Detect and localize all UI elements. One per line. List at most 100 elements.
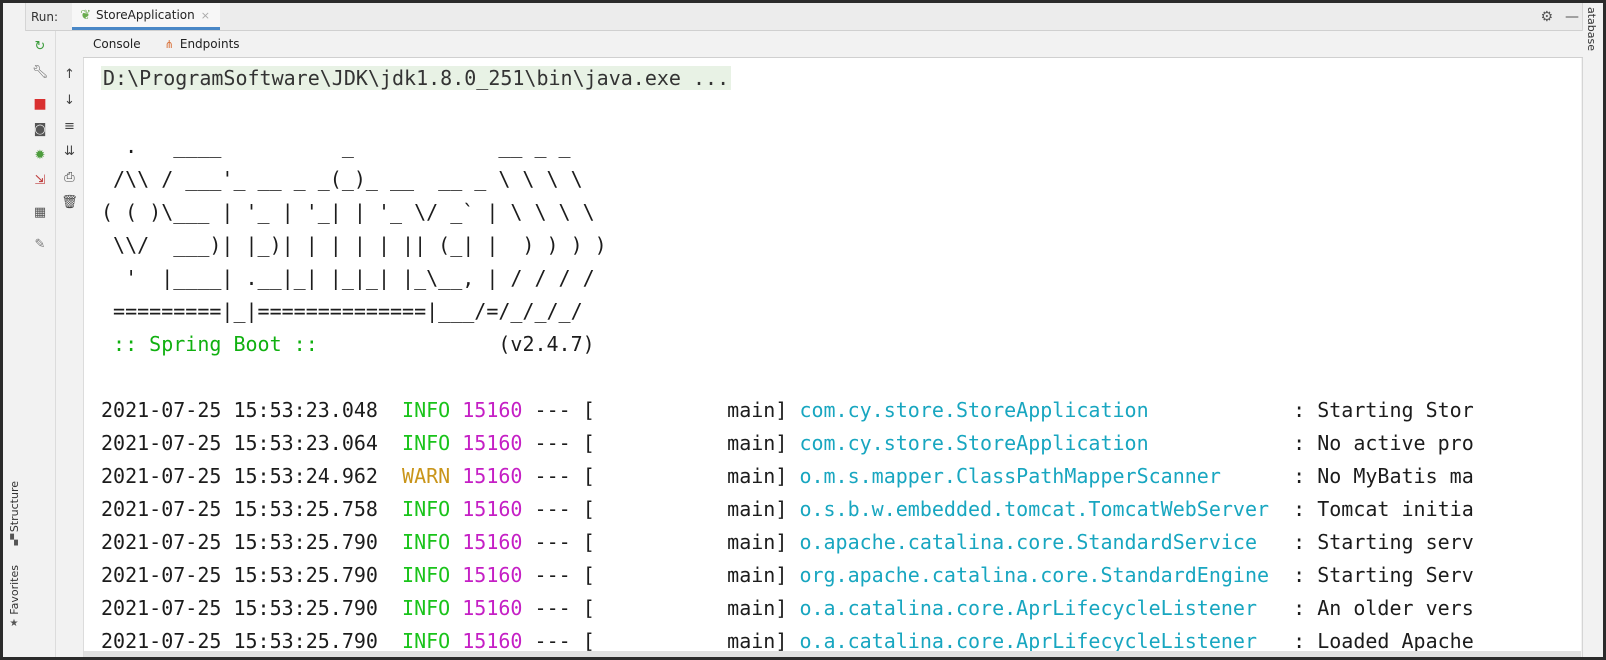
left-tool-stripe: Structure ▚ Favorites ★ [3, 3, 26, 657]
log-level: INFO [402, 431, 451, 455]
log-timestamp: 2021-07-25 15:53:25.758 [101, 497, 378, 521]
structure-icon: ▚ [10, 535, 18, 547]
log-pid: 15160 [462, 530, 523, 554]
run-tool-window: Run: ❦ StoreApplication × ⚙ — Structure … [0, 0, 1606, 660]
log-message: : Starting serv [1281, 530, 1474, 554]
favorites-label: Favorites [7, 565, 21, 615]
log-pid: 15160 [462, 596, 523, 620]
log-level: INFO [402, 398, 451, 422]
log-timestamp: 2021-07-25 15:53:23.048 [101, 398, 378, 422]
log-logger[interactable]: org.apache.catalina.core.StandardEngine [799, 563, 1269, 587]
log-level: INFO [402, 530, 451, 554]
log-pad [1149, 431, 1281, 455]
log-pid: 15160 [462, 398, 523, 422]
log-logger[interactable]: com.cy.store.StoreApplication [799, 398, 1148, 422]
close-tab-icon[interactable]: × [201, 9, 210, 22]
log-pad [1257, 629, 1281, 653]
log-line: 2021-07-25 15:53:24.962 WARN 15160 --- [… [101, 461, 1474, 491]
log-line: 2021-07-25 15:53:25.790 INFO 15160 --- [… [101, 527, 1474, 557]
exit-icon[interactable]: ⇲ [25, 173, 55, 189]
run-label: Run: [31, 9, 59, 24]
log-logger[interactable]: o.s.b.w.embedded.tomcat.TomcatWebServer [799, 497, 1269, 521]
log-thread: --- [ main] [522, 563, 800, 587]
endpoints-icon: ⋔ [164, 37, 174, 51]
log-thread: --- [ main] [522, 629, 800, 653]
spring-boot-line: :: Spring Boot :: (v2.4.7) [101, 329, 595, 359]
log-message: : Starting Stor [1281, 398, 1474, 422]
spring-boot-label: :: Spring Boot :: [101, 332, 330, 356]
tab-store-application[interactable]: ❦ StoreApplication × [72, 3, 220, 30]
log-thread: --- [ main] [522, 596, 800, 620]
log-line: 2021-07-25 15:53:25.758 INFO 15160 --- [… [101, 494, 1474, 524]
trash-icon[interactable]: 🗑︎ [56, 195, 83, 211]
wrench-icon[interactable]: 🔧︎ [25, 65, 55, 81]
log-pad [1269, 497, 1281, 521]
log-pad [1149, 398, 1281, 422]
tab-console[interactable]: ▶ Console [93, 37, 1555, 97]
pin-icon[interactable]: ✎ [25, 237, 55, 253]
structure-tab[interactable]: Structure ▚ [4, 481, 24, 546]
favorites-tab[interactable]: Favorites ★ [4, 565, 24, 629]
log-line: 2021-07-25 15:53:25.790 INFO 15160 --- [… [101, 560, 1474, 590]
console-output[interactable]: D:\ProgramSoftware\JDK\jdk1.8.0_251\bin\… [84, 58, 1581, 657]
layout-icon[interactable]: ▦ [25, 205, 55, 221]
stop-icon[interactable]: ■ [25, 96, 55, 112]
header-actions: ⚙ — [1540, 3, 1579, 30]
log-pid: 15160 [462, 497, 523, 521]
scroll-to-end-icon[interactable]: ⇊ [56, 144, 83, 160]
gear-icon[interactable]: ⚙ [1540, 9, 1553, 25]
log-thread: --- [ main] [522, 398, 800, 422]
spring-boot-version: (v2.4.7) [329, 332, 595, 356]
log-message: : An older vers [1281, 596, 1474, 620]
tab-title: StoreApplication [95, 8, 195, 22]
log-thread: --- [ main] [522, 464, 800, 488]
spring-leaf-icon: ❦ [80, 7, 91, 23]
log-logger[interactable]: o.m.s.mapper.ClassPathMapperScanner [799, 464, 1220, 488]
log-pid: 15160 [462, 629, 523, 653]
structure-label: Structure [7, 481, 21, 533]
banner-line: ' |____| .__|_| |_|_| |_\__, | / / / / [101, 266, 595, 290]
arrow-up-icon[interactable]: ↑ [56, 67, 83, 83]
database-tab[interactable]: atabase [1585, 7, 1598, 51]
log-timestamp: 2021-07-25 15:53:25.790 [101, 563, 378, 587]
log-level: INFO [402, 596, 451, 620]
log-message: : Starting Serv [1281, 563, 1474, 587]
log-message: : No active pro [1281, 431, 1474, 455]
horizontal-scrollbar[interactable] [84, 651, 1581, 657]
banner-line: \\/ ___)| |_)| | | | | || (_| | ) ) ) ) [101, 233, 607, 257]
log-level: INFO [402, 563, 451, 587]
log-thread: --- [ main] [522, 431, 800, 455]
minimize-icon[interactable]: — [1565, 9, 1579, 25]
log-logger[interactable]: o.a.catalina.core.AprLifecycleListener [799, 629, 1257, 653]
run-header: Run: ❦ StoreApplication × ⚙ — [25, 3, 1583, 31]
star-icon: ★ [9, 617, 19, 629]
log-logger[interactable]: o.apache.catalina.core.StandardService [799, 530, 1257, 554]
print-icon[interactable]: ⎙ [56, 170, 83, 186]
banner-line: ( ( )\___ | '_ | '_| | '_ \/ _` | \ \ \ … [101, 200, 595, 224]
log-message: : No MyBatis ma [1281, 464, 1474, 488]
log-line: 2021-07-25 15:53:25.790 INFO 15160 --- [… [101, 593, 1474, 623]
console-subtabs: ▶ Console ⋔ Endpoints [83, 31, 1583, 97]
tab-endpoints[interactable]: ⋔ Endpoints [165, 37, 240, 51]
tab-console-label: Console [93, 37, 141, 51]
debug-bug-icon[interactable]: ✹ [25, 148, 55, 164]
log-logger[interactable]: com.cy.store.StoreApplication [799, 431, 1148, 455]
banner-line: /\\ / ___'_ __ _ _(_)_ __ __ _ \ \ \ \ [101, 167, 583, 191]
log-level: INFO [402, 497, 451, 521]
camera-icon[interactable]: ◙ [25, 122, 55, 138]
console-toolbar: ↑ ↓ ≡ ⇊ ⎙ 🗑︎ [56, 58, 84, 657]
log-thread: --- [ main] [522, 497, 800, 521]
log-pid: 15160 [462, 464, 523, 488]
run-toolbar: ↻ 🔧︎ ■ ◙ ✹ ⇲ ▦ ✎ [25, 31, 56, 657]
log-timestamp: 2021-07-25 15:53:24.962 [101, 464, 378, 488]
log-line: 2021-07-25 15:53:23.048 INFO 15160 --- [… [101, 395, 1474, 425]
soft-wrap-icon[interactable]: ≡ [56, 119, 83, 135]
log-logger[interactable]: o.a.catalina.core.AprLifecycleListener [799, 596, 1257, 620]
java-command[interactable]: D:\ProgramSoftware\JDK\jdk1.8.0_251\bin\… [101, 66, 732, 90]
rerun-icon[interactable]: ↻ [25, 39, 55, 55]
command-line: D:\ProgramSoftware\JDK\jdk1.8.0_251\bin\… [101, 63, 732, 93]
log-pad [1257, 530, 1281, 554]
log-pad [1257, 596, 1281, 620]
log-timestamp: 2021-07-25 15:53:23.064 [101, 431, 378, 455]
arrow-down-icon[interactable]: ↓ [56, 93, 83, 109]
